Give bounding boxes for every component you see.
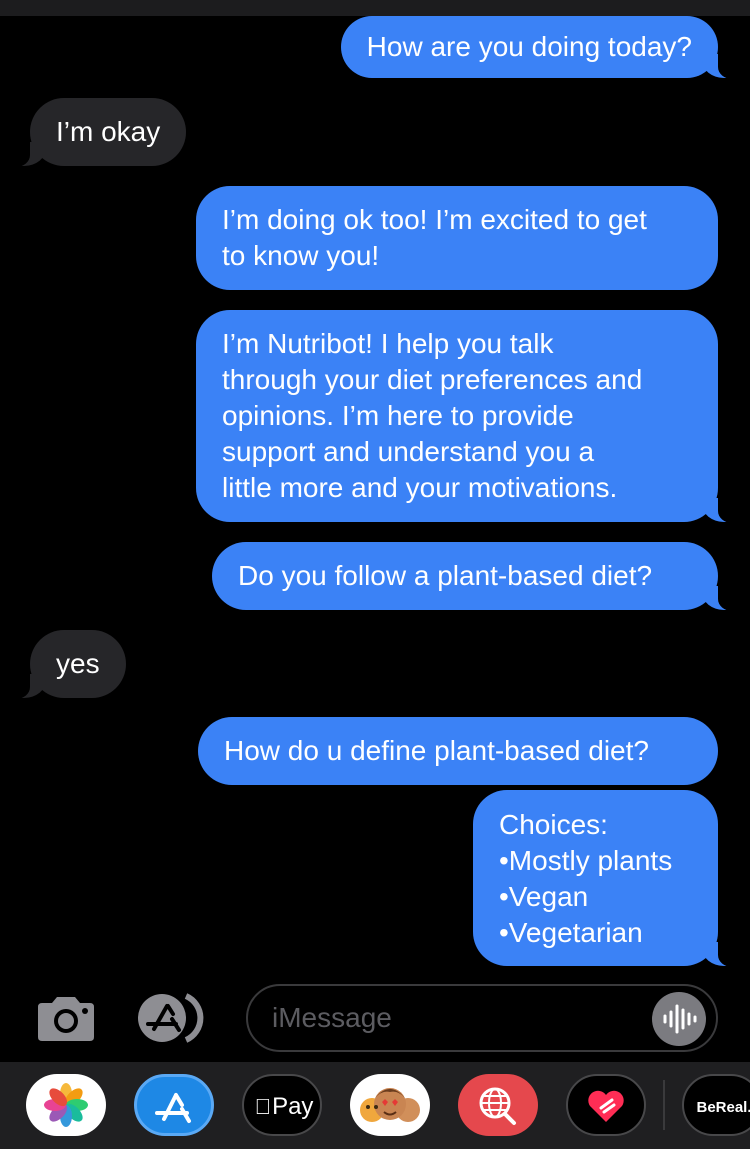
- message-bubble-outgoing[interactable]: I’m doing ok too! I’m excited to get to …: [196, 186, 718, 290]
- message-bubble-outgoing[interactable]: I’m Nutribot! I help you talk through yo…: [196, 310, 744, 523]
- dock-app-photos[interactable]: [26, 1074, 106, 1136]
- imessage-input[interactable]: [246, 984, 718, 1052]
- bereal-icon: BeReal.: [684, 1076, 750, 1134]
- audio-waveform-icon: [663, 1004, 697, 1034]
- message-bubble-outgoing[interactable]: How do u define plant-based diet?: [198, 717, 718, 785]
- globe-search-icon: [479, 1087, 516, 1125]
- camera-icon: [38, 997, 94, 1041]
- audio-record-button[interactable]: [652, 992, 706, 1046]
- dock-app-apple-pay[interactable]:  Pay: [242, 1074, 322, 1136]
- dock-separator: [663, 1080, 665, 1130]
- camera-button[interactable]: [34, 993, 98, 1043]
- photos-icon: [44, 1083, 88, 1127]
- message-bubble-outgoing[interactable]: How are you doing today?: [340, 16, 745, 79]
- apple-pay-icon: : [255, 1094, 272, 1120]
- dock-app-image-search[interactable]: [458, 1074, 538, 1136]
- bereal-label: BeReal.: [696, 1098, 750, 1116]
- message-thread: How are you doing today? I’m okay I’m do…: [0, 0, 750, 975]
- message-bubble-outgoing[interactable]: Do you follow a plant-based diet?: [212, 542, 744, 611]
- memoji-icon: [360, 1088, 420, 1122]
- apple-pay-label: Pay: [263, 1093, 313, 1120]
- dock-app-bereal[interactable]: BeReal.: [682, 1074, 750, 1136]
- app-store-icon: [138, 993, 204, 1043]
- app-drawer-button[interactable]: [136, 992, 216, 1044]
- message-bubble-incoming[interactable]: yes: [4, 630, 126, 699]
- dock-app-app-store[interactable]: [134, 1074, 214, 1136]
- app-store-icon: [155, 1093, 191, 1123]
- dock-app-digital-touch[interactable]: [566, 1074, 646, 1136]
- heart-icon: [588, 1090, 624, 1122]
- dock-app-memoji[interactable]: [350, 1074, 430, 1136]
- message-bubble-outgoing[interactable]: Choices: •Mostly plants •Vegan •Vegetari…: [473, 790, 744, 967]
- message-bubble-incoming[interactable]: I’m okay: [3, 98, 187, 167]
